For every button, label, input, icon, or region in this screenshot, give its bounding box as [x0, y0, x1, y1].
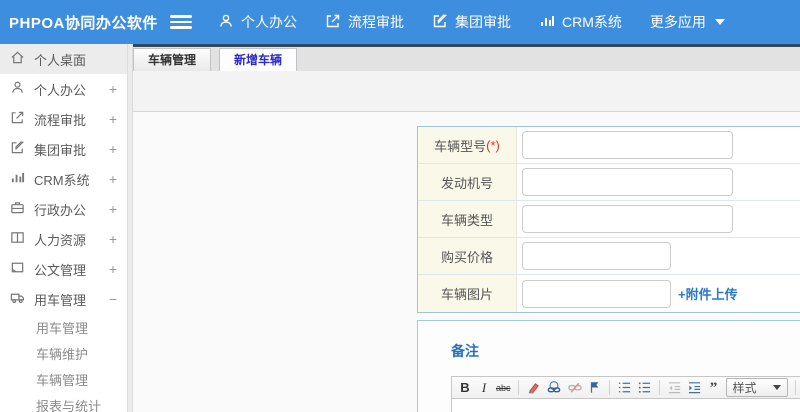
required-marker: (*): [486, 137, 500, 153]
tab-vehicle-management[interactable]: 车辆管理: [133, 48, 212, 71]
nav-process-approval[interactable]: 流程审批: [325, 12, 404, 32]
book-icon: [10, 230, 34, 248]
toolbar-separator: [794, 380, 796, 395]
sidebar-subitem-reports-statistics[interactable]: 报表与统计: [0, 392, 127, 412]
remove-format-icon[interactable]: [526, 379, 541, 397]
process-icon: [10, 110, 34, 128]
form-row-vehicle-model: 车辆型号 (*): [418, 127, 800, 164]
field-label: 购买价格: [418, 238, 517, 274]
edit-square-icon: [432, 13, 448, 32]
sidebar-item-document-management[interactable]: 公文管理 +: [0, 254, 127, 284]
top-nav: 个人办公 流程审批 集团审批 CRM系统 更多应用: [218, 12, 725, 32]
edit-square-icon: [10, 140, 34, 158]
sidebar-item-admin-office[interactable]: 行政办公 +: [0, 194, 127, 224]
bold-button[interactable]: B: [458, 379, 472, 397]
sidebar-item-human-resources[interactable]: 人力资源 +: [0, 224, 127, 254]
form-row-engine-number: 发动机号: [418, 164, 800, 201]
sidebar-item-personal-office[interactable]: 个人办公 +: [0, 74, 127, 104]
nav-more-apps[interactable]: 更多应用: [650, 12, 725, 32]
editor-content-area[interactable]: [451, 399, 800, 412]
field-label: 车辆图片: [418, 275, 517, 312]
sidebar-subitem-vehicle-maintenance[interactable]: 车辆维护: [0, 340, 127, 366]
form-row-vehicle-type: 车辆类型: [418, 201, 800, 238]
toolbar-separator: [517, 380, 519, 395]
toolbar-separator: [608, 380, 610, 395]
nav-label: 个人办公: [241, 14, 297, 30]
nav-label: 流程审批: [348, 14, 404, 30]
caret-down-icon: [772, 385, 781, 390]
vehicle-type-input[interactable]: [522, 205, 733, 233]
sidebar-item-vehicle-management[interactable]: 用车管理 −: [0, 284, 127, 314]
ordered-list-icon[interactable]: [617, 379, 632, 397]
engine-number-input[interactable]: [522, 168, 733, 196]
field-label: 车辆型号 (*): [418, 127, 517, 163]
sidebar-item-process-approval[interactable]: 流程审批 +: [0, 104, 127, 134]
form-row-purchase-price: 购买价格: [418, 238, 800, 275]
expand-plus-icon[interactable]: +: [109, 201, 117, 217]
nav-label: 更多应用: [649, 14, 706, 30]
italic-button[interactable]: I: [477, 379, 491, 397]
toolbar-band: [133, 71, 800, 112]
indent-icon[interactable]: [687, 379, 702, 397]
expand-plus-icon[interactable]: +: [109, 111, 117, 127]
field-label: 车辆类型: [418, 201, 517, 237]
hamburger-menu-icon[interactable]: [170, 15, 192, 29]
expand-plus-icon[interactable]: +: [109, 141, 117, 157]
outdent-icon[interactable]: [667, 379, 682, 397]
expand-plus-icon[interactable]: +: [109, 231, 117, 247]
toolbar-separator: [658, 380, 660, 395]
collapse-minus-icon[interactable]: −: [109, 291, 117, 307]
form-row-vehicle-image: 车辆图片 +附件上传: [418, 275, 800, 312]
field-label: 发动机号: [418, 164, 517, 200]
nav-label: CRM系统: [562, 14, 622, 30]
main-area: 车辆管理 新增车辆 车辆型号 (*) 发动机号 车辆类型 购买价格 车辆图片 +附: [133, 44, 800, 412]
style-dropdown[interactable]: 样式: [725, 378, 788, 397]
document-icon: [10, 260, 34, 278]
nav-group-approval[interactable]: 集团审批: [432, 12, 511, 32]
nav-personal-office[interactable]: 个人办公: [218, 12, 297, 32]
tab-bar: 车辆管理 新增车辆: [133, 47, 800, 71]
truck-icon: [10, 290, 34, 308]
sidebar-item-crm-system[interactable]: CRM系统 +: [0, 164, 127, 194]
user-icon: [10, 80, 34, 98]
app-logo: PHPOA协同办公软件: [9, 14, 158, 32]
unordered-list-icon[interactable]: [637, 379, 652, 397]
vehicle-model-input[interactable]: [522, 131, 733, 159]
briefcase-icon: [10, 200, 34, 218]
nav-crm-system[interactable]: CRM系统: [539, 12, 622, 32]
remarks-panel: 备注 B I abc ” 样式: [417, 320, 800, 412]
vehicle-image-input[interactable]: [522, 279, 671, 308]
bar-chart-icon: [10, 170, 34, 188]
sidebar-subitem-vehicle-use[interactable]: 用车管理: [0, 314, 127, 340]
process-icon: [325, 13, 341, 32]
blockquote-button[interactable]: ”: [707, 379, 721, 397]
expand-plus-icon[interactable]: +: [109, 261, 117, 277]
tab-new-vehicle[interactable]: 新增车辆: [219, 48, 298, 71]
link-icon[interactable]: [546, 379, 562, 397]
nav-label: 集团审批: [455, 14, 511, 30]
sidebar: 个人桌面 个人办公 + 流程审批 + 集团审批 + CRM系统 + 行政办公 +…: [0, 44, 127, 412]
user-icon: [218, 13, 234, 32]
expand-plus-icon[interactable]: +: [109, 81, 117, 97]
flag-anchor-icon[interactable]: [588, 379, 602, 397]
strikethrough-button[interactable]: abc: [496, 379, 511, 397]
rich-text-editor: B I abc ” 样式: [451, 376, 800, 412]
sidebar-subitem-vehicle-manage[interactable]: 车辆管理: [0, 366, 127, 392]
sidebar-item-group-approval[interactable]: 集团审批 +: [0, 134, 127, 164]
caret-down-icon: [714, 19, 725, 25]
attachment-upload-link[interactable]: +附件上传: [678, 284, 738, 303]
unlink-icon[interactable]: [567, 379, 583, 397]
remarks-title: 备注: [451, 343, 479, 359]
home-icon: [10, 50, 34, 68]
editor-toolbar: B I abc ” 样式: [451, 376, 800, 399]
top-header: PHPOA协同办公软件 个人办公 流程审批 集团审批 CRM系统 更多应用: [0, 0, 800, 44]
sidebar-item-personal-desktop[interactable]: 个人桌面: [0, 44, 127, 74]
purchase-price-input[interactable]: [522, 242, 671, 270]
new-vehicle-form: 车辆型号 (*) 发动机号 车辆类型 购买价格 车辆图片 +附件上传: [417, 126, 800, 313]
expand-plus-icon[interactable]: +: [109, 171, 117, 187]
bar-chart-icon: [539, 13, 555, 32]
